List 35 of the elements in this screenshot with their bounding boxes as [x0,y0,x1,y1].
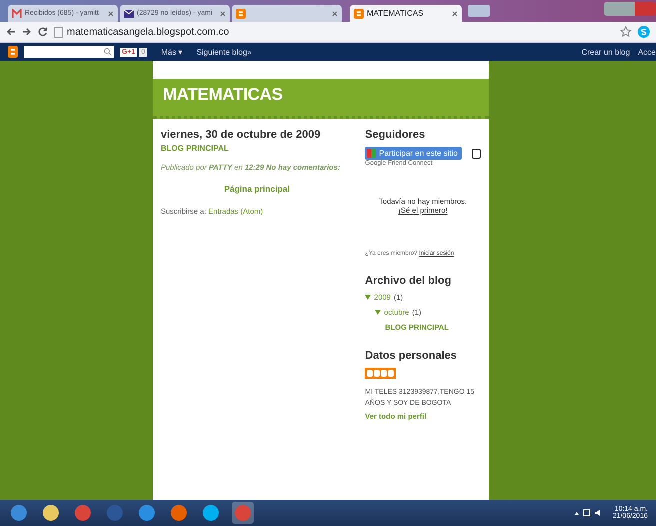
widget-heading: Archivo del blog [365,275,452,287]
post-date: viernes, 30 de octubre de 2009 [161,129,322,141]
next-blog-link[interactable]: Siguiente blog» [196,48,252,56]
browser-tab[interactable]: MATEMATICAS [350,5,462,22]
more-menu[interactable]: Más ▾ [161,48,183,56]
join-button[interactable]: Participar en este sitio [365,147,462,160]
home-link[interactable]: Página principal [161,184,354,194]
tray-icons[interactable] [572,508,603,518]
close-icon[interactable] [332,10,338,16]
connect-icon [367,149,376,158]
widget-heading: Datos personales [365,350,458,362]
close-icon[interactable] [452,10,458,16]
close-icon[interactable] [220,10,226,16]
mail-icon [12,8,22,18]
close-icon[interactable] [108,10,114,16]
blogger-icon[interactable] [8,46,18,58]
search-field[interactable] [24,46,114,58]
widget-heading: Seguidores [365,129,426,141]
window-controls[interactable] [604,2,656,16]
create-blog-link[interactable]: Crear un blog [582,48,630,56]
reload-icon[interactable] [38,27,48,37]
search-icon[interactable] [104,48,112,56]
back-icon[interactable] [6,27,16,37]
post-title[interactable]: BLOG PRINCIPAL [161,144,354,153]
blog-title[interactable]: MATEMATICAS [163,85,479,105]
blogger-icon [354,8,364,18]
blogger-badge-drawing [365,368,396,379]
envelope-icon [124,8,134,18]
tab-title: MATEMATICAS [367,9,425,18]
blogger-icon [236,8,246,18]
expanded-triangle-icon[interactable] [375,310,382,315]
sign-in-link[interactable]: Acce [638,48,656,56]
star-icon[interactable] [620,26,632,38]
forward-icon[interactable] [22,27,32,37]
expanded-triangle-icon[interactable] [365,295,372,300]
